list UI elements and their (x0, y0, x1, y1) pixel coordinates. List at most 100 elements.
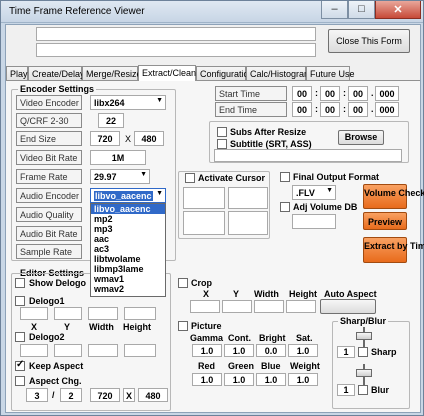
cursor-box-1[interactable] (183, 187, 225, 209)
tab-configuration[interactable]: Configuration (196, 66, 254, 80)
start-ms-input[interactable]: 000 (375, 86, 399, 101)
info-textbox-1[interactable] (36, 27, 316, 41)
audio-option[interactable]: wmav2 (91, 284, 165, 294)
video-encoder-select[interactable]: libx264 ▼ (90, 95, 166, 110)
frame-rate-select[interactable]: 29.97 ▼ (90, 169, 150, 184)
maximize-button[interactable]: □ (348, 1, 375, 19)
aspect-num-input[interactable]: 3 (26, 388, 48, 402)
subtitle-checkbox[interactable] (217, 139, 227, 149)
crop-y-input[interactable] (222, 300, 252, 313)
extract-by-time-button[interactable]: Extract by Time (363, 237, 424, 263)
audio-encoder-dropdown[interactable]: libvo_aacenc mp2 mp3 aac ac3 libtwolame … (90, 203, 166, 297)
video-bit-rate-input[interactable]: 1M (90, 150, 146, 165)
maximize-icon: □ (358, 3, 365, 15)
subtitle-label: Subtitle (SRT, ASS) (230, 139, 312, 149)
cursor-box-4[interactable] (228, 211, 268, 235)
minimize-icon: – (331, 3, 338, 15)
delogo2-label: Delogo2 (29, 332, 65, 342)
browse-button[interactable]: Browse (338, 130, 384, 145)
cursor-box-2[interactable] (228, 187, 268, 209)
tab-future-use[interactable]: Future Use (306, 66, 355, 80)
delogo-y-label: Y (64, 322, 71, 332)
sharp-checkbox[interactable] (358, 347, 368, 357)
final-output-format-checkbox[interactable] (280, 172, 290, 182)
adj-volume-checkbox[interactable] (280, 202, 290, 212)
red-input[interactable]: 1.0 (192, 373, 222, 386)
adj-volume-input[interactable] (292, 214, 336, 229)
audio-option[interactable]: wmav1 (91, 274, 165, 284)
aspect-width-input[interactable]: 720 (90, 388, 120, 402)
start-hours-input[interactable]: 00 (292, 86, 312, 101)
end-seconds-input[interactable]: 00 (348, 102, 368, 117)
end-hours-input[interactable]: 00 (292, 102, 312, 117)
window-close-button[interactable]: ✕ (375, 1, 421, 19)
tab-extract-clean[interactable]: Extract/Clean (138, 65, 196, 81)
delogo2-height-input[interactable] (124, 344, 156, 357)
blue-input[interactable]: 1.0 (256, 373, 286, 386)
crop-width-input[interactable] (254, 300, 284, 313)
activate-cursor-checkbox[interactable] (185, 173, 195, 183)
audio-option[interactable]: libmp3lame (91, 264, 165, 274)
delogo1-width-input[interactable] (88, 307, 118, 320)
info-textbox-2[interactable] (36, 43, 316, 57)
end-size-height-input[interactable]: 480 (134, 131, 164, 146)
brightness-input[interactable]: 0.0 (256, 344, 286, 357)
auto-aspect-button[interactable] (320, 299, 376, 314)
tab-create-delay[interactable]: Create/Delay (28, 66, 85, 80)
audio-option[interactable]: ac3 (91, 244, 165, 254)
audio-encoder-select[interactable]: libvo_aacenc ▼ (90, 188, 166, 203)
delogo2-checkbox[interactable] (15, 332, 25, 342)
aspect-den-input[interactable]: 2 (60, 388, 82, 402)
audio-option[interactable]: libtwolame (91, 254, 165, 264)
q-crf-input[interactable]: 22 (98, 113, 124, 128)
aspect-chg-checkbox[interactable] (15, 376, 25, 386)
tab-play[interactable]: Play (6, 66, 28, 80)
delogo1-checkbox[interactable] (15, 296, 25, 306)
sharp-value-input[interactable]: 1 (337, 346, 355, 358)
show-delogo-checkbox[interactable] (15, 278, 25, 288)
gamma-input[interactable]: 1.0 (192, 344, 222, 357)
delogo1-height-input[interactable] (124, 307, 156, 320)
audio-option[interactable]: libvo_aacenc (91, 204, 165, 214)
start-seconds-input[interactable]: 00 (348, 86, 368, 101)
end-ms-input[interactable]: 000 (375, 102, 399, 117)
green-input[interactable]: 1.0 (224, 373, 254, 386)
blur-checkbox[interactable] (358, 385, 368, 395)
aspect-height-input[interactable]: 480 (138, 388, 168, 402)
delogo2-width-input[interactable] (88, 344, 118, 357)
audio-option[interactable]: mp2 (91, 214, 165, 224)
weight-input[interactable]: 1.0 (288, 373, 318, 386)
start-minutes-input[interactable]: 00 (320, 86, 340, 101)
crop-height-input[interactable] (286, 300, 316, 313)
app-window: Time Frame Reference Viewer – □ ✕ Close … (0, 0, 424, 416)
delogo1-x-input[interactable] (20, 307, 48, 320)
audio-option[interactable]: mp3 (91, 224, 165, 234)
tab-calc-histogram[interactable]: Calc/Histogram (246, 66, 312, 80)
crop-x-input[interactable] (190, 300, 220, 313)
blur-label: Blur (371, 385, 389, 395)
blur-value-input[interactable]: 1 (337, 384, 355, 396)
delogo2-x-input[interactable] (20, 344, 48, 357)
picture-checkbox[interactable] (178, 321, 188, 331)
end-minutes-input[interactable]: 00 (320, 102, 340, 117)
subs-after-resize-checkbox[interactable] (217, 127, 227, 137)
sharp-slider-thumb[interactable] (356, 332, 372, 340)
cursor-box-3[interactable] (183, 211, 225, 235)
crop-checkbox[interactable] (178, 278, 188, 288)
keep-aspect-checkbox[interactable] (15, 359, 25, 371)
end-size-width-input[interactable]: 720 (90, 131, 120, 146)
delogo1-y-input[interactable] (54, 307, 82, 320)
subtitle-path-input[interactable] (214, 149, 402, 162)
blur-slider-thumb[interactable] (356, 369, 372, 377)
delogo2-y-input[interactable] (54, 344, 82, 357)
volume-check-button[interactable]: Volume Check (363, 184, 424, 209)
audio-option[interactable]: aac (91, 234, 165, 244)
minimize-button[interactable]: – (321, 1, 348, 19)
tab-merge-resize[interactable]: Merge/Resize (82, 66, 142, 80)
saturation-input[interactable]: 1.0 (288, 344, 318, 357)
contrast-input[interactable]: 1.0 (224, 344, 254, 357)
output-format-select[interactable]: .FLV ▼ (292, 185, 336, 200)
preview-button[interactable]: Preview (363, 212, 407, 230)
show-delogo-label: Show Delogo (29, 278, 86, 288)
close-form-button[interactable]: Close This Form (328, 29, 410, 53)
